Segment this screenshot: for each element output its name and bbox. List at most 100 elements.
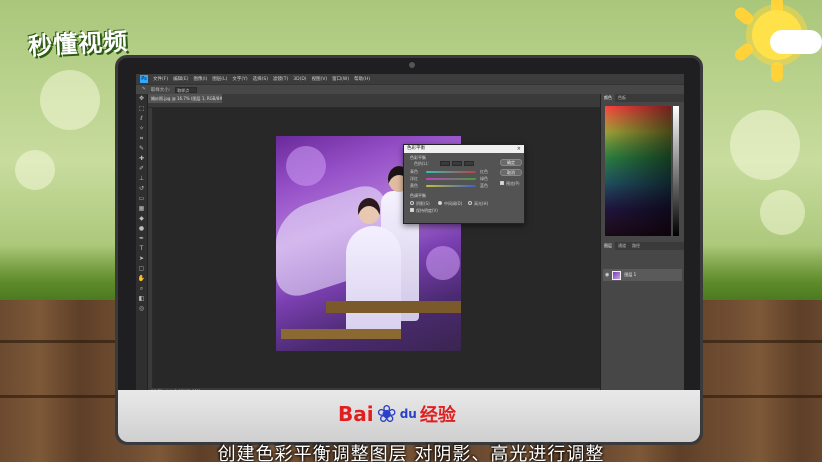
- preserve-luminosity-checkbox[interactable]: [410, 208, 414, 212]
- sun-ray: [732, 40, 756, 64]
- wooden-bench: [326, 301, 461, 313]
- dodge-tool-icon[interactable]: ●: [138, 225, 146, 233]
- video-subtitle: 创建色彩平衡调整图层 对阴影、高光进行调整: [217, 444, 605, 462]
- shape-tool-icon[interactable]: ▢: [138, 265, 146, 273]
- move-tool-icon[interactable]: ✥: [138, 95, 146, 103]
- history-brush-tool-icon[interactable]: ↺: [138, 185, 146, 193]
- menu-layer[interactable]: 图层(L): [212, 76, 227, 82]
- brush-tool-icon[interactable]: ✐: [138, 165, 146, 173]
- bokeh-light: [15, 150, 55, 190]
- menu-3d[interactable]: 3D(D): [293, 77, 306, 82]
- menu-window[interactable]: 窗口(W): [332, 76, 349, 82]
- pen-tool-icon[interactable]: ✒: [138, 235, 146, 243]
- menu-file[interactable]: 文件(F): [153, 76, 168, 82]
- bokeh-light: [760, 190, 805, 235]
- menu-select[interactable]: 选择(S): [253, 76, 268, 82]
- bokeh-light: [40, 70, 100, 130]
- eyedropper-tool-icon[interactable]: ✎: [138, 145, 146, 153]
- bokeh-light: [730, 110, 800, 180]
- monitor: Ps 文件(F) 编辑(E) 图像(I) 图层(L) 文字(Y) 选择(S) 滤…: [115, 55, 703, 445]
- gradient-tool-icon[interactable]: ▦: [138, 205, 146, 213]
- layer-name: 图层 1: [624, 272, 637, 277]
- dialog-title-bar: 色彩平衡 ×: [404, 145, 524, 153]
- eye-icon[interactable]: ◉: [605, 272, 609, 278]
- midtones-radio[interactable]: [438, 201, 442, 205]
- photoshop-logo-icon: Ps: [140, 75, 148, 83]
- quick-mask-icon[interactable]: ◎: [138, 305, 146, 313]
- document-tabs: 婚纱照.jpg @ 16.7% (图层 1, RGB/8#): [148, 94, 600, 103]
- levels-label: 色阶(L):: [414, 161, 429, 166]
- magenta-green-slider[interactable]: [426, 178, 476, 180]
- level-field-yellow-blue[interactable]: [464, 161, 474, 166]
- crop-tool-icon[interactable]: ⌗: [138, 135, 146, 143]
- color-balance-dialog: 色彩平衡 × 色彩平衡 色阶(L): 青色 红色 洋红 绿色 黄色 蓝色 色调平…: [403, 144, 525, 224]
- sample-size-label: 取样大小:: [150, 87, 171, 93]
- shadows-label: 阴影(S): [416, 201, 430, 206]
- sample-size-select[interactable]: 取样点: [175, 86, 198, 93]
- type-tool-icon[interactable]: T: [138, 245, 146, 253]
- preserve-luminosity-label: 保持明度(V): [416, 208, 438, 213]
- baidu-jingyan: 经验: [419, 405, 456, 426]
- level-field-magenta-green[interactable]: [452, 161, 462, 166]
- menu-edit[interactable]: 编辑(E): [173, 76, 188, 82]
- bride: [346, 226, 401, 336]
- slider-left-label: 青色: [410, 169, 418, 174]
- slider-right-label: 绿色: [480, 176, 488, 181]
- layers-panel-tabs: 图层 通道 路径: [601, 242, 684, 250]
- highlights-radio[interactable]: [468, 201, 472, 205]
- slider-left-label: 黄色: [410, 183, 418, 188]
- color-swatches-icon[interactable]: ◧: [138, 295, 146, 303]
- tab-layers[interactable]: 图层: [601, 242, 615, 250]
- preview-checkbox[interactable]: [500, 181, 504, 185]
- preview-label: 预览(P): [506, 181, 520, 186]
- cloud-icon: [770, 30, 822, 54]
- path-select-tool-icon[interactable]: ➤: [138, 255, 146, 263]
- cancel-button[interactable]: 取消: [500, 169, 522, 176]
- slider-left-label: 洋红: [410, 176, 418, 181]
- menu-bar: Ps 文件(F) 编辑(E) 图像(I) 图层(L) 文字(Y) 选择(S) 滤…: [136, 74, 684, 84]
- quick-select-tool-icon[interactable]: ✧: [138, 125, 146, 133]
- cyan-red-slider[interactable]: [426, 171, 476, 173]
- baidu-brand: Bai: [338, 402, 374, 426]
- yellow-blue-slider[interactable]: [426, 185, 476, 187]
- color-slider-strip[interactable]: [673, 106, 679, 236]
- lasso-tool-icon[interactable]: ℓ: [138, 115, 146, 123]
- close-icon[interactable]: ×: [517, 145, 521, 153]
- level-field-cyan-red[interactable]: [440, 161, 450, 166]
- ok-button[interactable]: 确定: [500, 159, 522, 166]
- document-tab[interactable]: 婚纱照.jpg @ 16.7% (图层 1, RGB/8#): [148, 94, 222, 103]
- photoshop-window: Ps 文件(F) 编辑(E) 图像(I) 图层(L) 文字(Y) 选择(S) 滤…: [136, 74, 684, 396]
- menu-image[interactable]: 图像(I): [193, 76, 207, 82]
- webcam: [409, 62, 415, 68]
- tools-panel: ✥ ⬚ ℓ ✧ ⌗ ✎ ✚ ✐ ⊥ ↺ ▭ ▦ ◆ ● ✒ T ➤ ▢ ✋ ⌕ …: [136, 94, 148, 396]
- paw-icon: ❀: [376, 400, 397, 428]
- layer-row[interactable]: ◉ 图层 1: [603, 269, 682, 281]
- color-picker-field[interactable]: [605, 106, 671, 236]
- menu-type[interactable]: 文字(Y): [232, 76, 247, 82]
- tab-paths[interactable]: 路径: [629, 242, 643, 250]
- tab-channels[interactable]: 通道: [615, 242, 629, 250]
- eyedropper-icon[interactable]: ✎: [142, 87, 146, 92]
- menu-help[interactable]: 帮助(H): [354, 76, 370, 82]
- hand-tool-icon[interactable]: ✋: [138, 275, 146, 283]
- slider-right-label: 红色: [480, 169, 488, 174]
- brand-logo: 秒懂视频: [27, 27, 129, 61]
- menu-filter[interactable]: 滤镜(T): [273, 76, 288, 82]
- right-panels: 颜色 色板 图层 通道 路径 ◉ 图层 1: [600, 94, 684, 396]
- menu-view[interactable]: 视图(V): [312, 76, 328, 82]
- healing-tool-icon[interactable]: ✚: [138, 155, 146, 163]
- midtones-label: 中间调(D): [444, 201, 463, 206]
- baidu-du: du: [399, 407, 417, 421]
- flower-bloom: [426, 246, 460, 280]
- stamp-tool-icon[interactable]: ⊥: [138, 175, 146, 183]
- bride-head: [358, 198, 380, 224]
- sun-ray: [732, 4, 756, 28]
- eraser-tool-icon[interactable]: ▭: [138, 195, 146, 203]
- tab-color[interactable]: 颜色: [601, 94, 615, 102]
- blur-tool-icon[interactable]: ◆: [138, 215, 146, 223]
- zoom-tool-icon[interactable]: ⌕: [138, 285, 146, 293]
- tab-swatches[interactable]: 色板: [615, 94, 629, 102]
- flower-bloom: [286, 146, 326, 186]
- marquee-tool-icon[interactable]: ⬚: [138, 105, 146, 113]
- shadows-radio[interactable]: [410, 201, 414, 205]
